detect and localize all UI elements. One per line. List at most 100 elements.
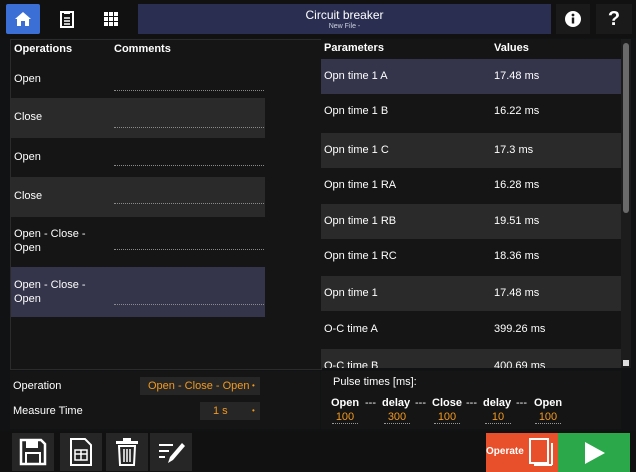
edit-button[interactable] [150,433,192,471]
save-icon [19,438,47,466]
parameter-name: Opn time 1 RB [324,215,397,227]
operate-icon [529,438,553,466]
play-icon [585,441,605,464]
parameter-row[interactable]: Opn time 1 17.48 ms [321,276,621,311]
parameter-row[interactable]: Opn time 1 RA 16.28 ms [321,168,621,203]
operation-label: Close [14,190,43,202]
operation-setting-label: Operation [13,380,62,392]
parameters-panel: Parameters Values Opn time 1 A 17.48 ms … [321,39,621,368]
parameter-name: Opn time 1 B [324,105,389,117]
help-icon: ? [607,7,621,30]
parameter-row-selected[interactable]: Opn time 1 A 17.48 ms [321,59,621,94]
trash-icon [116,438,138,466]
delete-button[interactable] [106,433,148,471]
operation-row[interactable]: Open [11,60,265,100]
parameter-row[interactable]: O-C time A 399.26 ms [321,312,621,347]
pulse-separator: --- [415,397,426,409]
help-button[interactable]: ? [596,4,632,34]
report-icon [70,438,92,466]
parameter-row[interactable]: Opn time 1 RC 18.36 ms [321,239,621,274]
comment-field[interactable] [114,203,264,204]
pulse-separator: --- [466,397,477,409]
parameters-scrollbar[interactable] [621,39,631,368]
info-icon [565,11,581,27]
operations-header: Operations [14,43,73,55]
pulse-value-input[interactable]: 100 [332,411,358,424]
pulse-value-input[interactable]: 100 [434,411,460,424]
parameter-row[interactable]: Opn time 1 C 17.3 ms [321,133,621,168]
parameter-name: Opn time 1 RA [324,179,397,191]
title-area: Circuit breaker New File - [138,4,551,34]
comment-field[interactable] [114,90,264,91]
operation-row-selected[interactable]: Open - Close - Open [11,267,265,317]
parameter-name: Opn time 1 A [324,70,388,82]
comment-field[interactable] [114,127,264,128]
scrollbar-thumb[interactable] [623,43,629,213]
parameter-name: Opn time 1 C [324,144,389,156]
operate-label: Operate [486,446,524,457]
parameter-value: 399.26 ms [494,323,546,335]
parameter-value: 17.48 ms [494,287,540,299]
operation-row[interactable]: Close [11,177,265,217]
edit-icon [159,443,185,463]
grid-button[interactable] [96,4,126,34]
parameter-name: O-C time B [324,360,379,368]
pulse-value-input[interactable]: 300 [384,411,410,424]
comment-field[interactable] [114,304,264,305]
report-button[interactable] [60,433,102,471]
home-button[interactable] [6,4,40,34]
operation-row[interactable]: Close [11,98,265,138]
home-icon [15,12,31,26]
dropdown-arrow-icon: • [252,381,255,390]
parameter-name: Opn time 1 [324,287,378,299]
dropdown-arrow-icon: • [252,406,255,415]
top-toolbar: Circuit breaker New File - ? [0,0,636,38]
pulse-times-panel: Pulse times [ms]: Open --- delay --- Clo… [321,371,621,429]
comments-header: Comments [114,43,171,55]
operate-button[interactable]: Operate [486,433,558,472]
start-button[interactable] [558,433,630,472]
measure-time-select[interactable]: 1 s • [200,402,260,420]
pulse-label: delay [483,397,512,409]
comment-field[interactable] [114,165,264,166]
save-button[interactable] [12,433,54,471]
parameter-value: 18.36 ms [494,250,540,262]
parameter-value: 17.48 ms [494,70,540,82]
parameter-name: O-C time A [324,323,378,335]
pulse-label: Open [534,397,563,409]
operation-row[interactable]: Open - Close - Open [11,217,265,265]
parameter-row[interactable]: O-C time B 400.69 ms [321,349,621,368]
window-subtitle: New File - [328,23,361,30]
pulse-value-input[interactable]: 10 [485,411,511,424]
grid-icon [104,12,118,26]
pulse-separator: --- [516,397,527,409]
pulse-label: delay [382,397,411,409]
comment-field[interactable] [114,249,264,250]
operation-select[interactable]: Open - Close - Open • [140,377,260,395]
parameter-value: 400.69 ms [494,360,546,368]
parameter-value: 17.3 ms [494,144,534,156]
parameters-header: Parameters [324,42,384,54]
operation-label: Open - Close - Open [14,228,86,254]
info-button[interactable] [556,4,590,34]
window-title: Circuit breaker [305,8,384,22]
parameter-row[interactable]: Opn time 1 B 16.22 ms [321,94,621,129]
measure-time-value: 1 s [213,405,228,417]
operation-label: Open [14,151,41,163]
parameter-value: 16.28 ms [494,179,540,191]
document-button[interactable] [52,4,82,34]
operations-panel: Operations Comments Open Close Open Clos… [10,39,322,370]
measure-time-label: Measure Time [13,405,83,417]
pulse-times-title: Pulse times [ms]: [333,376,417,388]
parameter-row[interactable]: Opn time 1 RB 19.51 ms [321,204,621,239]
operation-label: Open [14,73,41,85]
operation-label: Close [14,111,43,123]
pulse-label: Close [432,397,462,409]
operation-label: Open - Close - Open [14,279,86,305]
pulse-value-input[interactable]: 100 [535,411,561,424]
settings-panel: Operation Open - Close - Open • Measure … [10,371,320,429]
parameter-name: Opn time 1 RC [324,250,397,262]
document-icon [60,11,74,28]
operation-row[interactable]: Open [11,138,265,178]
scroll-down-arrow-icon[interactable] [623,360,629,366]
